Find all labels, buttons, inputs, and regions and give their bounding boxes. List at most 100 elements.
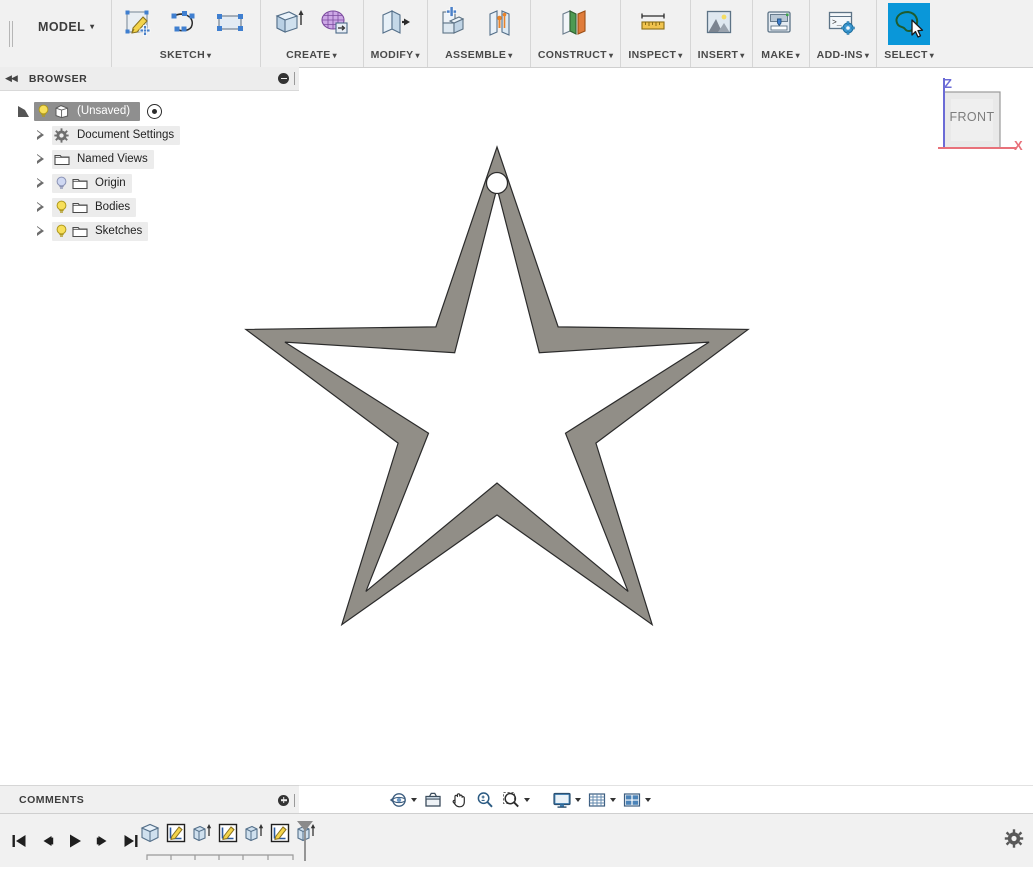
grid-snaps-icon[interactable] — [584, 787, 619, 813]
minus-circle-icon[interactable] — [278, 73, 289, 84]
view-cube-face-label[interactable]: FRONT — [944, 110, 1000, 124]
chevron-down-icon[interactable] — [645, 797, 651, 802]
go-to-beginning-button[interactable] — [6, 826, 32, 856]
select-lasso-icon[interactable] — [888, 3, 931, 45]
chevron-down-icon: ▾ — [678, 51, 683, 60]
fusion360-window: MODEL ▾ SKETCH ▾ CREATE ▾ MODIFY ▾ ASSEM… — [0, 0, 1033, 867]
tree-item-bodies[interactable]: Bodies — [0, 195, 299, 219]
chevron-down-icon: ▾ — [332, 51, 337, 60]
tree-item-sketches[interactable]: Sketches — [0, 219, 299, 243]
z-axis-label: Z — [944, 76, 952, 91]
expand-triangle-icon[interactable] — [30, 129, 52, 141]
tree-item-label: Sketches — [95, 225, 143, 237]
toolbar-group-label-construct: CONSTRUCT — [537, 49, 607, 61]
scripts-addins-icon[interactable]: >_ — [822, 3, 864, 45]
timeline-playback-controls — [0, 814, 144, 867]
activate-component-radio[interactable] — [147, 103, 163, 119]
view-cube[interactable]: Z X FRONT — [920, 70, 1030, 165]
tree-item-label: Named Views — [77, 153, 148, 165]
create-sketch-icon[interactable] — [119, 3, 161, 45]
panel-resize-grip[interactable] — [294, 793, 295, 807]
chevron-down-icon: ▾ — [864, 51, 870, 60]
toolbar-group-select: SELECT ▾ — [876, 0, 941, 67]
toolbar-group-label-assemble: ASSEMBLE — [445, 49, 507, 61]
expand-triangle-icon[interactable] — [30, 177, 52, 189]
toolbar-group-label-modify: MODIFY — [370, 49, 414, 61]
timeline-feature-body[interactable] — [137, 819, 163, 847]
chevron-down-icon[interactable] — [411, 797, 417, 802]
navigation-bar — [385, 786, 654, 813]
toolbar-group-construct: CONSTRUCT ▾ — [529, 0, 620, 67]
insert-image-icon[interactable] — [700, 3, 742, 45]
visibility-bulb-icon[interactable] — [52, 200, 70, 214]
offset-plane-icon[interactable] — [555, 3, 597, 45]
timeline-end-marker[interactable] — [296, 819, 314, 861]
visibility-bulb-icon[interactable] — [52, 176, 70, 190]
orbit-icon[interactable] — [385, 787, 420, 813]
tree-item-label: (Unsaved) — [77, 105, 131, 117]
chevron-down-icon: ▾ — [415, 51, 420, 60]
press-pull-icon[interactable] — [374, 3, 416, 45]
tree-item-unsaved[interactable]: (Unsaved) — [0, 99, 299, 123]
timeline-feature-sketch-2[interactable] — [215, 819, 241, 847]
expand-triangle-icon[interactable] — [30, 153, 52, 165]
joint-icon[interactable] — [481, 3, 523, 45]
chevron-down-icon: ▾ — [90, 22, 95, 31]
tree-item-named-views[interactable]: Named Views — [0, 147, 299, 171]
play-button[interactable] — [62, 826, 88, 856]
folder-icon — [52, 153, 71, 166]
toolbar-group-addins: >_ ADD-INS ▾ — [808, 0, 877, 67]
pan-icon[interactable] — [446, 787, 472, 813]
step-forward-button[interactable] — [90, 826, 116, 856]
timeline-feature-extrude-2[interactable] — [241, 819, 267, 847]
tree-item-document-settings[interactable]: Document Settings — [0, 123, 299, 147]
model-workspace-selector[interactable]: MODEL ▾ — [22, 20, 111, 34]
comments-title: COMMENTS — [19, 794, 85, 806]
comments-panel-header[interactable]: COMMENTS — [0, 785, 299, 815]
display-settings-icon[interactable] — [549, 787, 584, 813]
viewports-icon[interactable] — [619, 787, 654, 813]
expand-triangle-open-icon[interactable] — [12, 105, 34, 117]
new-component-icon[interactable] — [435, 3, 477, 45]
zoom-window-icon[interactable] — [498, 787, 533, 813]
step-back-button[interactable] — [34, 826, 60, 856]
collapse-panel-icon[interactable]: ◀◀ — [5, 73, 18, 84]
tree-item-origin[interactable]: Origin — [0, 171, 299, 195]
look-at-icon[interactable] — [420, 787, 446, 813]
visibility-bulb-icon[interactable] — [34, 104, 52, 118]
chevron-down-icon[interactable] — [575, 797, 581, 802]
toolbar-group-label-create: CREATE — [286, 49, 331, 61]
timeline-feature-extrude-1[interactable] — [189, 819, 215, 847]
expand-triangle-icon[interactable] — [30, 225, 52, 237]
panel-resize-grip[interactable] — [294, 72, 295, 85]
gear-icon[interactable] — [1004, 828, 1024, 853]
toolbar-group-inspect: INSPECT ▾ — [620, 0, 689, 67]
create-form-icon[interactable] — [314, 3, 356, 45]
chevron-down-icon: ▾ — [608, 51, 614, 60]
tree-item-label: Bodies — [95, 201, 131, 213]
visibility-bulb-icon[interactable] — [52, 224, 70, 238]
toolbar-group-label-select: SELECT — [884, 49, 928, 61]
folder-icon — [70, 177, 89, 190]
spline-icon[interactable] — [165, 3, 207, 45]
rectangle-icon[interactable] — [211, 3, 253, 45]
timeline-feature-sketch-3[interactable] — [267, 819, 293, 847]
toolbar-drag-grip[interactable] — [0, 0, 22, 67]
timeline-feature-sketch-1[interactable] — [163, 819, 189, 847]
tree-item-label: Origin — [95, 177, 126, 189]
chevron-down-icon[interactable] — [524, 797, 530, 802]
plus-circle-icon[interactable] — [278, 794, 289, 806]
extrude-icon[interactable] — [268, 3, 310, 45]
3d-print-icon[interactable] — [760, 3, 802, 45]
timeline-group-bracket — [146, 854, 294, 860]
expand-triangle-icon[interactable] — [30, 201, 52, 213]
svg-text:>_: >_ — [832, 19, 842, 28]
browser-header: ◀◀ BROWSER — [0, 67, 299, 91]
toolbar-group-make: MAKE ▾ — [751, 0, 809, 67]
chevron-down-icon[interactable] — [610, 797, 616, 802]
zoom-icon[interactable] — [472, 787, 498, 813]
measure-icon[interactable] — [634, 3, 676, 45]
browser-panel: ◀◀ BROWSER (Unsaved) Document Settings N… — [0, 67, 299, 243]
main-toolbar: MODEL ▾ SKETCH ▾ CREATE ▾ MODIFY ▾ ASSEM… — [0, 0, 1033, 68]
timeline-features — [137, 814, 319, 872]
